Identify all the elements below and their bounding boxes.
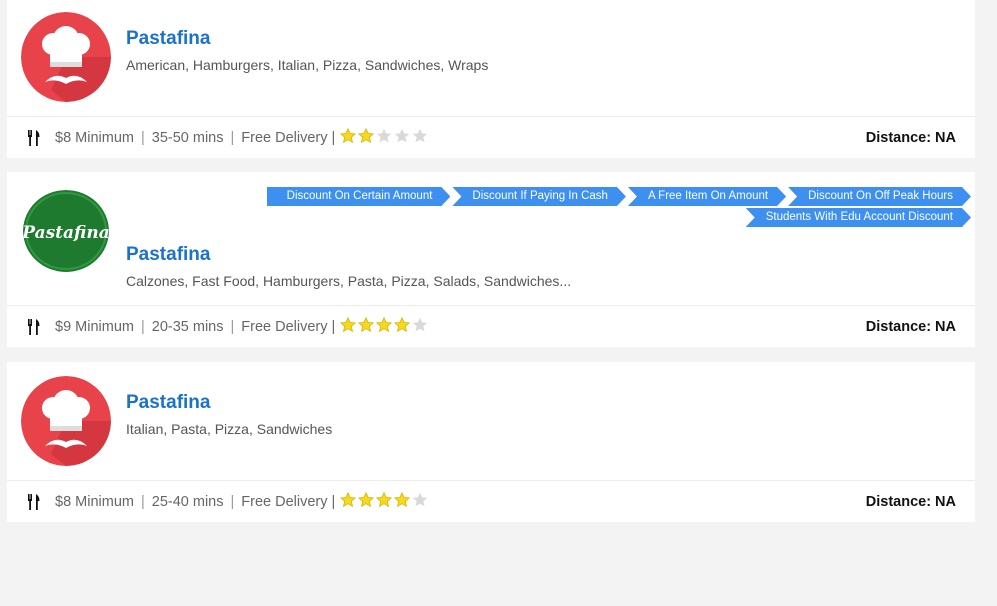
star-filled-icon [358, 492, 374, 508]
offer-tag[interactable]: A Free Item On Amount [628, 187, 786, 206]
star-filled-icon [376, 317, 392, 333]
star-empty-icon [412, 128, 428, 143]
star-filled-icon [358, 128, 374, 144]
delivery-time: 25-40 mins [151, 494, 224, 510]
rating-stars [340, 128, 428, 144]
fork-knife-icon [28, 494, 40, 510]
offer-tag[interactable]: Discount On Certain Amount [267, 187, 451, 206]
restaurant-card[interactable]: Pastafina Italian, Pasta, Pizza, Sandwic… [7, 362, 975, 522]
star-empty-icon [412, 492, 428, 507]
fork-knife-icon [28, 130, 40, 146]
offer-tag[interactable]: Discount On Off Peak Hours [788, 187, 971, 206]
star-empty-icon [376, 128, 392, 143]
rating-stars [340, 492, 428, 508]
restaurant-cuisines: Calzones, Fast Food, Hamburgers, Pasta, … [126, 273, 572, 289]
star-filled-icon [358, 317, 374, 333]
delivery-meta: $8 Minimum | 35-50 mins | Free Delivery | [55, 130, 336, 146]
delivery-fee: Free Delivery | [241, 319, 336, 335]
offer-tags: Discount On Certain Amount Discount If P… [271, 187, 971, 229]
delivery-fee: Free Delivery | [241, 494, 336, 510]
delivery-fee: Free Delivery | [241, 130, 336, 146]
distance: Distance: NA [865, 130, 956, 146]
fork-knife-icon [28, 319, 40, 335]
restaurant-card[interactable]: Pastafina American, Hamburgers, Italian,… [7, 0, 975, 158]
restaurant-cuisines: Italian, Pasta, Pizza, Sandwiches [126, 421, 333, 437]
restaurant-logo[interactable]: Pastafina [23, 190, 109, 272]
minimum-order: $8 Minimum [55, 494, 134, 510]
chef-hat-mustache-icon [21, 12, 111, 102]
offer-tag[interactable]: Discount If Paying In Cash [452, 187, 626, 206]
rating-stars [340, 317, 428, 333]
minimum-order: $8 Minimum [55, 130, 134, 146]
delivery-time: 35-50 mins [151, 130, 224, 146]
distance: Distance: NA [865, 319, 956, 335]
star-filled-icon [394, 492, 410, 508]
restaurant-logo[interactable] [21, 376, 111, 466]
minimum-order: $9 Minimum [55, 319, 134, 335]
restaurant-cuisines: American, Hamburgers, Italian, Pizza, Sa… [126, 57, 489, 73]
logo-text: Pastafina [23, 223, 109, 243]
star-filled-icon [340, 317, 356, 333]
star-filled-icon [340, 128, 356, 144]
delivery-meta: $9 Minimum | 20-35 mins | Free Delivery | [55, 319, 336, 335]
star-filled-icon [394, 317, 410, 333]
chef-hat-mustache-icon [21, 376, 111, 466]
star-empty-icon [412, 317, 428, 332]
star-filled-icon [340, 492, 356, 508]
pastafina-logo-icon: Pastafina [23, 190, 109, 272]
delivery-time: 20-35 mins [151, 319, 224, 335]
restaurant-card[interactable]: Pastafina Discount On Certain Amount Dis… [7, 172, 975, 347]
restaurant-logo[interactable] [21, 12, 111, 102]
star-filled-icon [376, 492, 392, 508]
restaurant-name[interactable]: Pastafina [126, 244, 210, 266]
restaurant-name[interactable]: Pastafina [126, 28, 210, 50]
star-empty-icon [394, 128, 410, 143]
distance: Distance: NA [865, 494, 956, 510]
offer-tag[interactable]: Students With Edu Account Discount [746, 208, 971, 227]
restaurant-name[interactable]: Pastafina [126, 392, 210, 414]
delivery-meta: $8 Minimum | 25-40 mins | Free Delivery | [55, 494, 336, 510]
